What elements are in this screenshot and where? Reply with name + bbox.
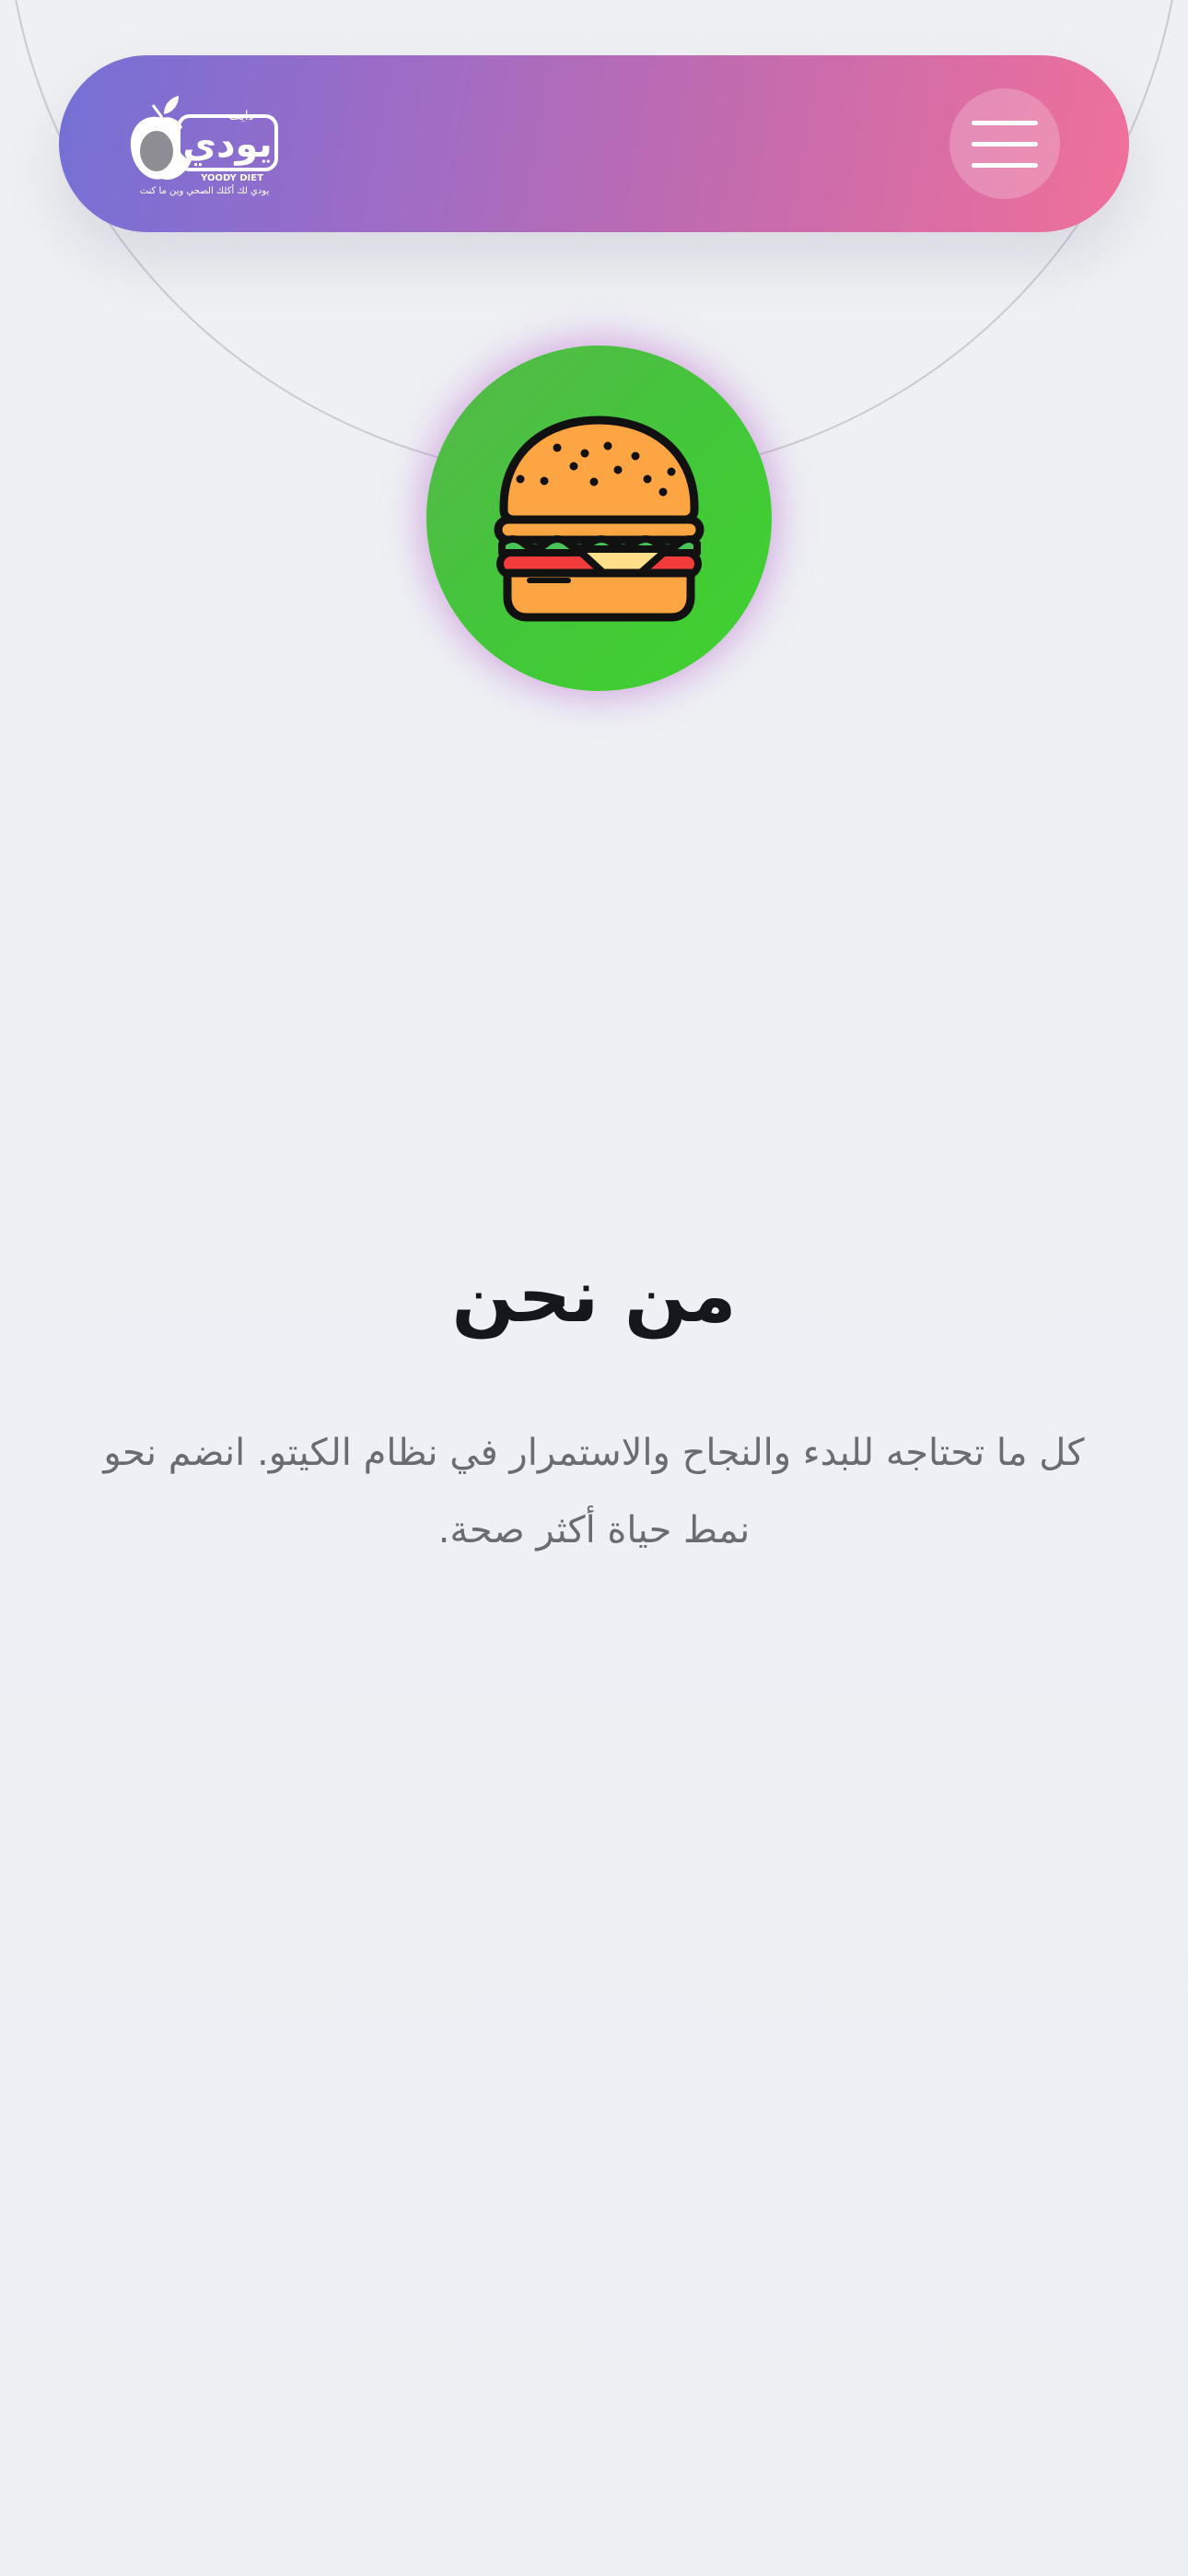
top-nav-bar: يودي دايت YOODY DIET يودي لك أكلك الصحي …	[59, 55, 1129, 232]
about-description: كل ما تحتاجه للبدء والنجاح والاستمرار في…	[103, 1432, 1085, 1551]
hamburger-menu-icon	[972, 120, 1038, 125]
hamburger-menu-icon-bar-2	[972, 141, 1038, 146]
hamburger-menu-button[interactable]	[949, 88, 1060, 199]
logo-tagline: يودي لك أكلك الصحي وين ما كنت	[140, 184, 270, 196]
hamburger-menu-icon-bar-3	[972, 162, 1038, 168]
yoody-diet-logo[interactable]: يودي دايت YOODY DIET يودي لك أكلك الصحي …	[125, 92, 282, 198]
logo-brand-arabic: يودي	[182, 123, 272, 166]
feature-icon-circle	[426, 345, 772, 691]
page: يودي دايت YOODY DIET يودي لك أكلك الصحي …	[0, 0, 1188, 2576]
logo-graphic: يودي دايت YOODY DIET يودي لك أكلك الصحي …	[130, 96, 278, 196]
burger-icon	[494, 416, 705, 622]
logo-sub-arabic: دايت	[228, 109, 254, 123]
about-title: من نحن	[451, 1253, 737, 1339]
logo-brand-latin: YOODY DIET	[200, 173, 263, 183]
